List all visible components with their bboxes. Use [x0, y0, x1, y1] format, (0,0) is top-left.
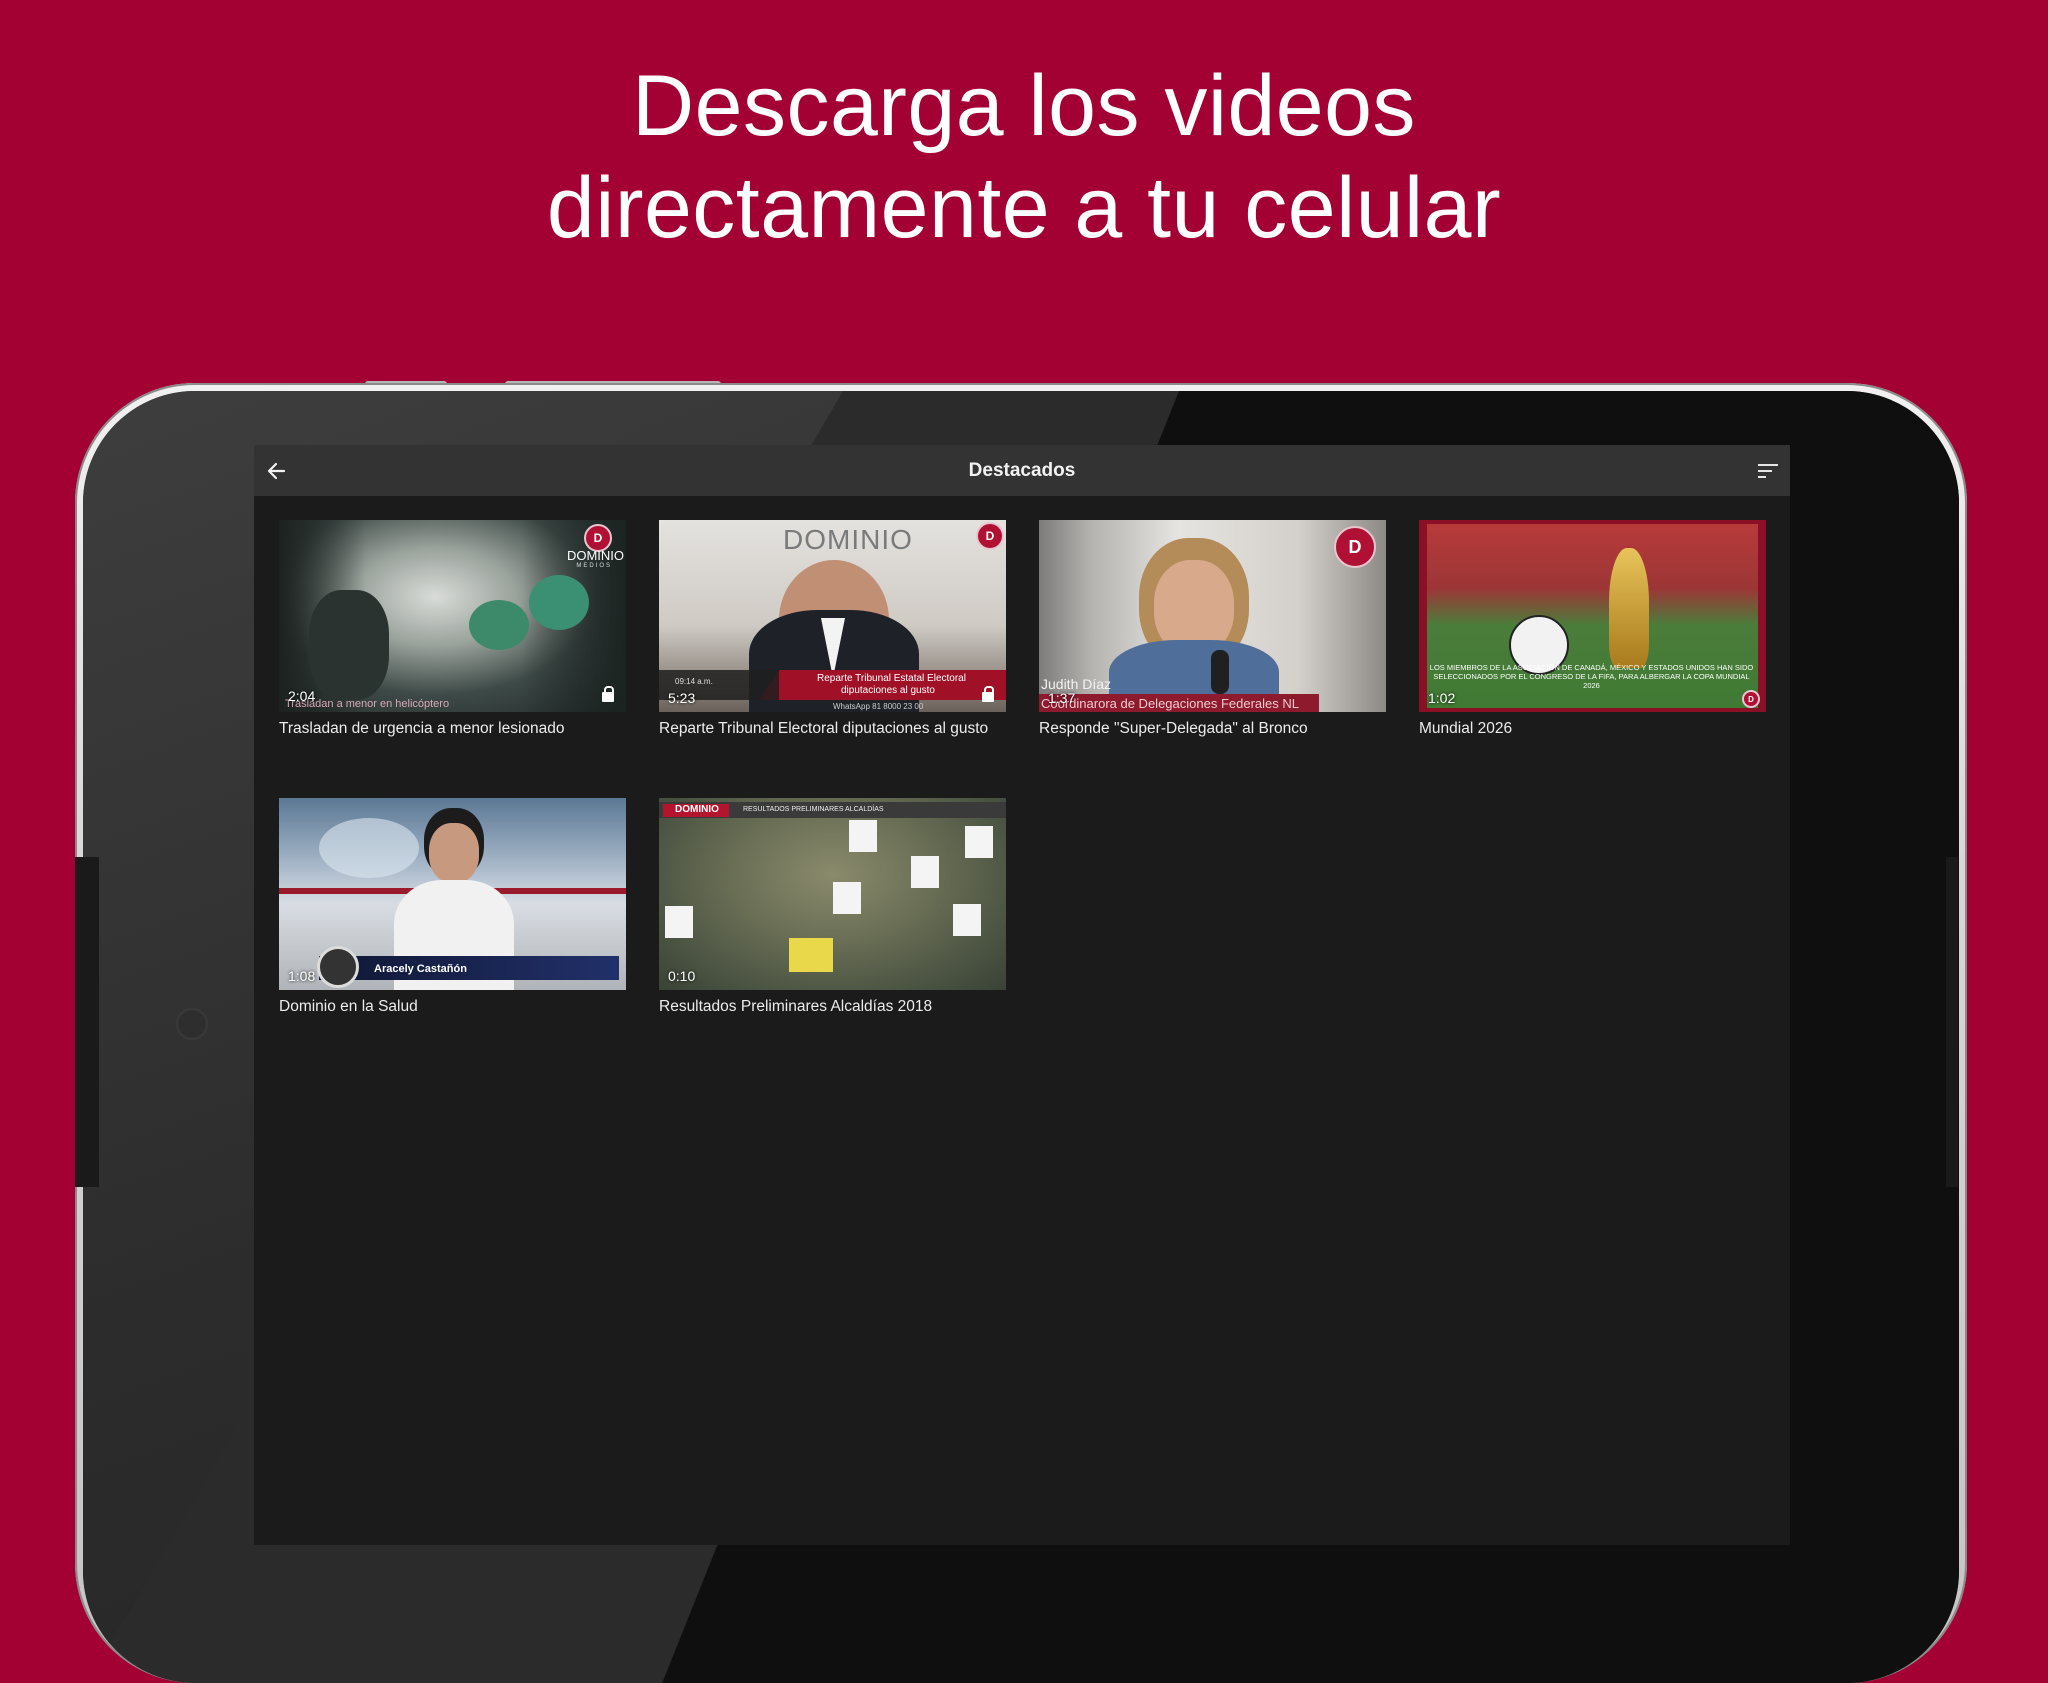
- headline-line-1: Descarga los videos: [632, 58, 1416, 154]
- back-button[interactable]: [262, 457, 290, 485]
- video-grid: D DOMINIO MEDIOS Trasladan a menor en he…: [279, 520, 1766, 1016]
- video-duration: 5:23: [668, 690, 696, 706]
- video-card[interactable]: LOS MIEMBROS DE LA ASOCIACIÓN DE CANADÁ,…: [1419, 520, 1766, 738]
- promo-headline: Descarga los videos directamente a tu ce…: [0, 55, 2048, 259]
- video-card[interactable]: DOMINIO D 09:14 a.m. Reparte Tribunal Es…: [659, 520, 1006, 738]
- role-tag: Coordinarora de Delegaciones Federales N…: [1041, 696, 1299, 711]
- video-thumbnail[interactable]: D Judith Díaz Coordinarora de Delegacion…: [1039, 520, 1386, 712]
- brand-label: DOMINIO: [783, 524, 913, 555]
- video-card[interactable]: DOMINIO RESULTADOS PRELIMINARES ALCALDÍA…: [659, 798, 1006, 1016]
- name-tag: Aracely Castañón: [374, 963, 467, 975]
- brand-sub-label: MEDIOS: [576, 563, 612, 569]
- video-thumbnail[interactable]: D DOMINIO MEDIOS Trasladan a menor en he…: [279, 520, 626, 712]
- lock-icon: [982, 686, 994, 702]
- dominio-logo-icon: D: [1334, 526, 1376, 568]
- video-title[interactable]: Responde "Super-Delegada" al Bronco: [1039, 720, 1386, 738]
- dominio-logo-icon: D: [1742, 690, 1760, 708]
- video-title[interactable]: Trasladan de urgencia a menor lesionado: [279, 720, 626, 738]
- caption-line-2: diputaciones al gusto: [841, 685, 935, 696]
- page-title: Destacados: [968, 459, 1076, 481]
- results-banner-text: RESULTADOS PRELIMINARES ALCALDÍAS: [743, 806, 884, 813]
- video-title[interactable]: Resultados Preliminares Alcaldías 2018: [659, 998, 1006, 1016]
- whatsapp-number: WhatsApp 81 8000 23 00: [833, 702, 924, 711]
- sort-button[interactable]: [1754, 457, 1782, 485]
- video-title[interactable]: Mundial 2026: [1419, 720, 1766, 738]
- video-card[interactable]: D DOMINIO MEDIOS Trasladan a menor en he…: [279, 520, 626, 738]
- app-screen: Destacados D DOMINIO MEDIOS Trasladan a …: [254, 445, 1790, 1545]
- video-thumbnail[interactable]: DOMINIO RESULTADOS PRELIMINARES ALCALDÍA…: [659, 798, 1006, 990]
- camera-icon: [176, 1008, 208, 1040]
- video-thumbnail[interactable]: Aracely Castañón 1:08: [279, 798, 626, 990]
- video-card[interactable]: D Judith Díaz Coordinarora de Delegacion…: [1039, 520, 1386, 738]
- name-tag-bar: [319, 956, 619, 980]
- video-thumbnail[interactable]: DOMINIO D 09:14 a.m. Reparte Tribunal Es…: [659, 520, 1006, 712]
- video-duration: 2:04: [288, 688, 316, 704]
- brand-label: DOMINIO: [566, 548, 624, 563]
- video-duration: 1:02: [1428, 690, 1456, 706]
- fifa-caption: LOS MIEMBROS DE LA ASOCIACIÓN DE CANADÁ,…: [1429, 663, 1754, 690]
- tablet-side-button: [75, 857, 99, 1187]
- lock-icon: [602, 686, 614, 702]
- sort-icon: [1758, 464, 1778, 478]
- caption-line-1: Reparte Tribunal Estatal Electoral: [817, 673, 966, 684]
- video-thumbnail[interactable]: LOS MIEMBROS DE LA ASOCIACIÓN DE CANADÁ,…: [1419, 520, 1766, 712]
- headline-line-2: directamente a tu celular: [546, 160, 1502, 256]
- video-duration: 1:37: [1048, 690, 1076, 706]
- app-bar: Destacados: [254, 445, 1790, 496]
- video-duration: 1:08: [288, 968, 316, 984]
- video-title[interactable]: Dominio en la Salud: [279, 998, 626, 1016]
- dominio-logo-icon: D: [976, 522, 1004, 550]
- video-duration: 0:10: [668, 968, 696, 984]
- time-badge: 09:14 a.m.: [675, 677, 713, 686]
- video-title[interactable]: Reparte Tribunal Electoral diputaciones …: [659, 720, 1006, 738]
- video-card[interactable]: Aracely Castañón 1:08 Dominio en la Salu…: [279, 798, 626, 1016]
- tablet-side-button: [1946, 857, 1958, 1187]
- arrow-left-icon: [267, 462, 286, 480]
- brand-label: DOMINIO: [675, 804, 719, 815]
